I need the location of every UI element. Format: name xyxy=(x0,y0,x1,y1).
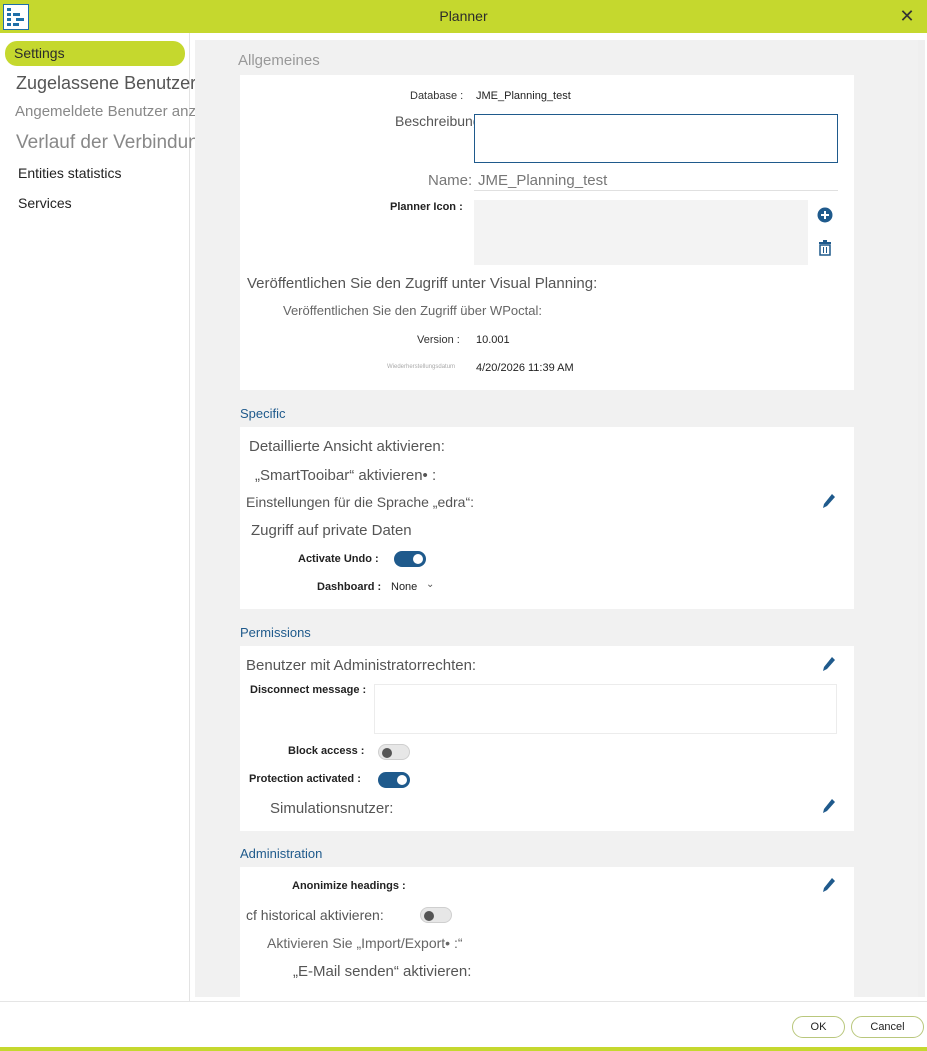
anonymize-label: Anonimize headings : xyxy=(292,880,406,892)
close-icon[interactable]: ✕ xyxy=(897,6,917,26)
add-icon[interactable] xyxy=(817,207,833,223)
planner-icon-preview[interactable] xyxy=(474,200,808,265)
window-title: Planner xyxy=(439,8,488,24)
version-label: Version : xyxy=(417,334,460,346)
database-label: Database : xyxy=(410,90,464,102)
title-bar: Planner ✕ xyxy=(0,0,927,33)
publish-vp-label: Veröffentlichen Sie den Zugriff unter Vi… xyxy=(247,275,598,292)
admin-users-label: Benutzer mit Administratorrechten: xyxy=(246,657,477,674)
simulation-users-label: Simulationsnutzer: xyxy=(270,800,394,817)
historical-toggle[interactable] xyxy=(420,907,452,923)
historical-label: cf historical aktivieren: xyxy=(246,907,384,923)
specific-heading: Specific xyxy=(240,406,286,421)
private-data-label: Zugriff auf private Daten xyxy=(251,522,412,539)
import-export-label: Aktivieren Sie „Import/Export• :“ xyxy=(267,935,463,951)
name-value: JME_Planning_test xyxy=(478,172,608,189)
scrollbar[interactable] xyxy=(918,40,925,997)
description-input[interactable] xyxy=(474,114,838,163)
general-heading: Allgemeines xyxy=(238,52,320,69)
dashboard-label: Dashboard : xyxy=(317,581,382,593)
pencil-icon[interactable] xyxy=(822,656,836,672)
sidebar-item-entities-statistics[interactable]: Entities statistics xyxy=(18,165,121,181)
block-access-toggle[interactable] xyxy=(378,744,410,760)
sidebar-item-settings[interactable]: Settings xyxy=(5,41,185,66)
permissions-heading: Permissions xyxy=(240,625,311,640)
undo-toggle[interactable] xyxy=(394,551,426,567)
disconnect-label: Disconnect message : xyxy=(250,684,367,696)
undo-label: Activate Undo : xyxy=(298,553,379,565)
administration-heading: Administration xyxy=(240,846,323,861)
language-label: Einstellungen für die Sprache „edra“: xyxy=(246,494,475,510)
sidebar-item-services[interactable]: Services xyxy=(18,195,72,211)
smarttoolbar-label: „SmartTooibar“ aktivieren• : xyxy=(255,467,437,484)
publish-wp-label: Veröffentlichen Sie den Zugriff über WPo… xyxy=(283,303,542,318)
disconnect-message-input[interactable] xyxy=(374,684,837,734)
permissions-card: Benutzer mit Administratorrechten: Disco… xyxy=(240,646,854,831)
general-card: Database : JME_Planning_test Beschreibun… xyxy=(240,75,854,390)
chevron-down-icon[interactable]: ⌄ xyxy=(426,579,434,590)
sidebar: Settings Zugelassene Benutzer/Gruppen An… xyxy=(0,33,271,1001)
planner-icon-label: Planner Icon : xyxy=(390,201,463,213)
block-access-label: Block access : xyxy=(288,745,365,757)
sidebar-item-connection-history[interactable]: Verlauf der Verbindung xyxy=(16,132,209,154)
bottom-accent-bar xyxy=(0,1047,927,1051)
specific-card: Detaillierte Ansicht aktivieren: „SmartT… xyxy=(240,427,854,609)
name-underline xyxy=(474,190,838,191)
protection-label: Protection activated : xyxy=(249,773,361,785)
administration-card: Anonimize headings : cf historical aktiv… xyxy=(240,867,854,997)
protection-toggle[interactable] xyxy=(378,772,410,788)
version-value: 10.001 xyxy=(476,334,510,346)
description-label: Beschreibung: xyxy=(395,113,485,129)
pencil-icon[interactable] xyxy=(822,877,836,893)
dashboard-select[interactable]: None xyxy=(391,581,417,593)
trash-icon[interactable] xyxy=(818,240,832,256)
ok-button[interactable]: OK xyxy=(792,1016,845,1038)
pencil-icon[interactable] xyxy=(822,493,836,509)
database-value: JME_Planning_test xyxy=(476,90,571,102)
dialog-footer: OK Cancel xyxy=(0,1001,927,1051)
name-label: Name: xyxy=(428,172,473,189)
restore-date-label: Wiederherstellungsdatum xyxy=(387,364,456,370)
detailed-view-label: Detaillierte Ansicht aktivieren: xyxy=(249,438,445,455)
restore-date-value: 4/20/2026 11:39 AM xyxy=(476,362,574,374)
pencil-icon[interactable] xyxy=(822,798,836,814)
cancel-button[interactable]: Cancel xyxy=(851,1016,924,1038)
settings-panel: Allgemeines Database : JME_Planning_test… xyxy=(195,40,918,997)
email-label: „E-Mail senden“ aktivieren: xyxy=(293,963,472,980)
